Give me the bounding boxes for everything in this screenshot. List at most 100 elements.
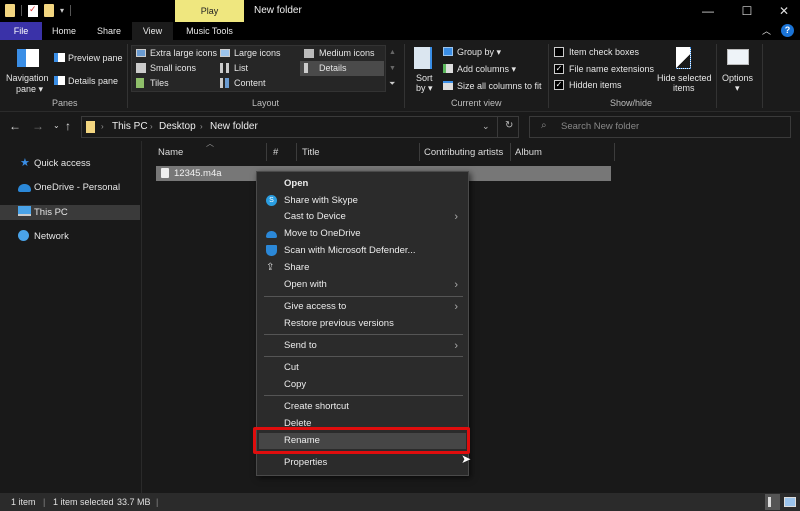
layout-medium-icons[interactable]: Medium icons <box>319 48 375 58</box>
sidebar-item-onedrive[interactable]: OneDrive - Personal <box>0 180 140 195</box>
new-folder-icon[interactable] <box>44 4 54 17</box>
layout-large-icons[interactable]: Large icons <box>234 48 281 58</box>
forward-icon[interactable]: → <box>32 119 44 133</box>
gallery-scroll-down-icon[interactable]: ▼ <box>389 65 396 72</box>
column-header-album[interactable]: Album <box>515 147 542 158</box>
cloud-icon <box>18 184 31 192</box>
properties-icon[interactable] <box>28 4 38 17</box>
menu-item-share[interactable]: ⇪ Share <box>259 260 466 276</box>
menu-item-copy[interactable]: Copy <box>259 377 466 393</box>
up-icon[interactable]: ↑ <box>65 119 71 133</box>
column-header-contributing-artists[interactable]: Contributing artists <box>424 147 503 158</box>
customize-toolbar-icon[interactable]: ▾ <box>60 6 64 15</box>
details-pane-button[interactable]: Details pane <box>68 76 118 86</box>
close-button[interactable]: ✕ <box>764 0 800 22</box>
menu-item-scan-with-defender[interactable]: Scan with Microsoft Defender... <box>259 243 466 259</box>
chevron-right-icon[interactable]: › <box>150 122 153 131</box>
column-divider[interactable] <box>296 143 297 161</box>
divider <box>127 44 128 108</box>
chevron-right-icon[interactable]: › <box>101 122 104 131</box>
collapse-ribbon-icon[interactable]: ︿ <box>762 24 771 37</box>
item-check-boxes-checkbox[interactable] <box>554 47 564 57</box>
divider <box>70 5 72 16</box>
menu-item-open[interactable]: Open <box>259 176 466 192</box>
folder-icon <box>86 121 95 133</box>
chevron-right-icon[interactable]: › <box>200 122 203 131</box>
hide-selected-items-button[interactable]: Hide selected <box>657 73 712 83</box>
column-header-name[interactable]: Name <box>158 147 183 158</box>
sidebar-item-quick-access[interactable]: ★ Quick access <box>0 156 140 171</box>
large-icons-view-icon[interactable] <box>784 497 796 507</box>
menu-divider <box>264 356 463 357</box>
navigation-pane-dropdown[interactable]: pane ▾ <box>16 84 43 95</box>
menu-item-give-access-to[interactable]: Give access to › <box>259 299 466 315</box>
breadcrumb-this-pc[interactable]: This PC <box>112 121 148 132</box>
sort-by-button[interactable]: Sort <box>416 73 433 83</box>
options-dropdown-icon[interactable]: ▾ <box>735 83 740 94</box>
maximize-icon: ☐ <box>741 4 753 18</box>
sidebar-item-network[interactable]: Network <box>0 229 140 244</box>
tab-music-tools[interactable]: Music Tools <box>175 22 244 40</box>
navigation-pane-button[interactable]: Navigation <box>6 73 49 83</box>
layout-content[interactable]: Content <box>234 78 266 88</box>
column-divider[interactable] <box>614 143 615 161</box>
layout-details[interactable]: Details <box>319 63 347 73</box>
large-icons-icon <box>220 49 230 57</box>
options-button[interactable]: Options <box>722 73 753 83</box>
menu-item-restore-previous-versions[interactable]: Restore previous versions <box>259 316 466 332</box>
size-all-columns-button[interactable]: Size all columns to fit <box>457 81 542 91</box>
menu-item-move-to-onedrive[interactable]: Move to OneDrive <box>259 226 466 242</box>
file-name: 12345.m4a <box>174 168 222 179</box>
menu-item-share-with-skype[interactable]: S Share with Skype <box>259 193 466 209</box>
column-header-number[interactable]: # <box>273 147 278 158</box>
add-columns-button[interactable]: Add columns ▾ <box>457 64 516 75</box>
layout-list[interactable]: List <box>234 63 248 73</box>
minimize-button[interactable]: — <box>688 0 728 22</box>
gallery-expand-icon[interactable]: ⏷ <box>389 79 395 89</box>
menu-item-create-shortcut[interactable]: Create shortcut <box>259 399 466 415</box>
size-columns-icon <box>443 81 453 90</box>
address-dropdown-icon[interactable]: ⌄ <box>482 121 490 132</box>
layout-small-icons[interactable]: Small icons <box>150 63 196 73</box>
quick-access-toolbar: ▾ <box>5 4 72 17</box>
selection-size: 33.7 MB <box>117 497 151 507</box>
maximize-button[interactable]: ☐ <box>727 0 767 22</box>
help-icon[interactable]: ? <box>781 24 794 37</box>
star-icon: ★ <box>20 157 30 169</box>
sort-by-dropdown[interactable]: by ▾ <box>416 83 433 94</box>
menu-item-open-with[interactable]: Open with › <box>259 277 466 293</box>
menu-item-cast-to-device[interactable]: Cast to Device › <box>259 209 466 225</box>
file-name-extensions-checkbox[interactable]: ✓ <box>554 64 564 74</box>
back-icon[interactable]: ← <box>9 119 21 133</box>
refresh-icon[interactable]: ↻ <box>505 120 513 131</box>
search-box[interactable]: ⌕ Search New folder <box>529 116 791 138</box>
sidebar-item-this-pc[interactable]: This PC <box>0 205 140 220</box>
tab-home[interactable]: Home <box>44 22 84 40</box>
layout-extra-large-icons[interactable]: Extra large icons <box>150 48 217 58</box>
breadcrumb-desktop[interactable]: Desktop <box>159 121 196 132</box>
menu-item-send-to[interactable]: Send to › <box>259 338 466 354</box>
hide-selected-icon <box>676 47 691 69</box>
breadcrumb-new-folder[interactable]: New folder <box>210 121 258 132</box>
column-header-title[interactable]: Title <box>302 147 320 158</box>
group-by-button[interactable]: Group by ▾ <box>457 47 501 58</box>
recent-locations-icon[interactable]: ⌄ <box>53 121 60 130</box>
preview-pane-button[interactable]: Preview pane <box>68 53 123 63</box>
column-divider[interactable] <box>266 143 267 161</box>
window-title: New folder <box>254 5 302 16</box>
address-bar[interactable]: › This PC › Desktop › New folder ⌄ ↻ <box>81 116 519 138</box>
column-divider[interactable] <box>510 143 511 161</box>
gallery-scroll-up-icon[interactable]: ▲ <box>389 49 396 56</box>
column-divider[interactable] <box>419 143 420 161</box>
details-view-button[interactable] <box>765 494 780 510</box>
tab-view[interactable]: View <box>132 22 173 40</box>
details-view-icon <box>768 497 771 507</box>
tab-share[interactable]: Share <box>88 22 130 40</box>
hidden-items-checkbox[interactable]: ✓ <box>554 80 564 90</box>
menu-item-cut[interactable]: Cut <box>259 360 466 376</box>
play-contextual-tab[interactable]: Play <box>175 0 244 22</box>
menu-item-properties[interactable]: Properties <box>259 455 466 471</box>
layout-tiles[interactable]: Tiles <box>150 78 169 88</box>
navigation-pane: ★ Quick access OneDrive - Personal This … <box>0 141 142 493</box>
tab-file[interactable]: File <box>0 22 42 40</box>
